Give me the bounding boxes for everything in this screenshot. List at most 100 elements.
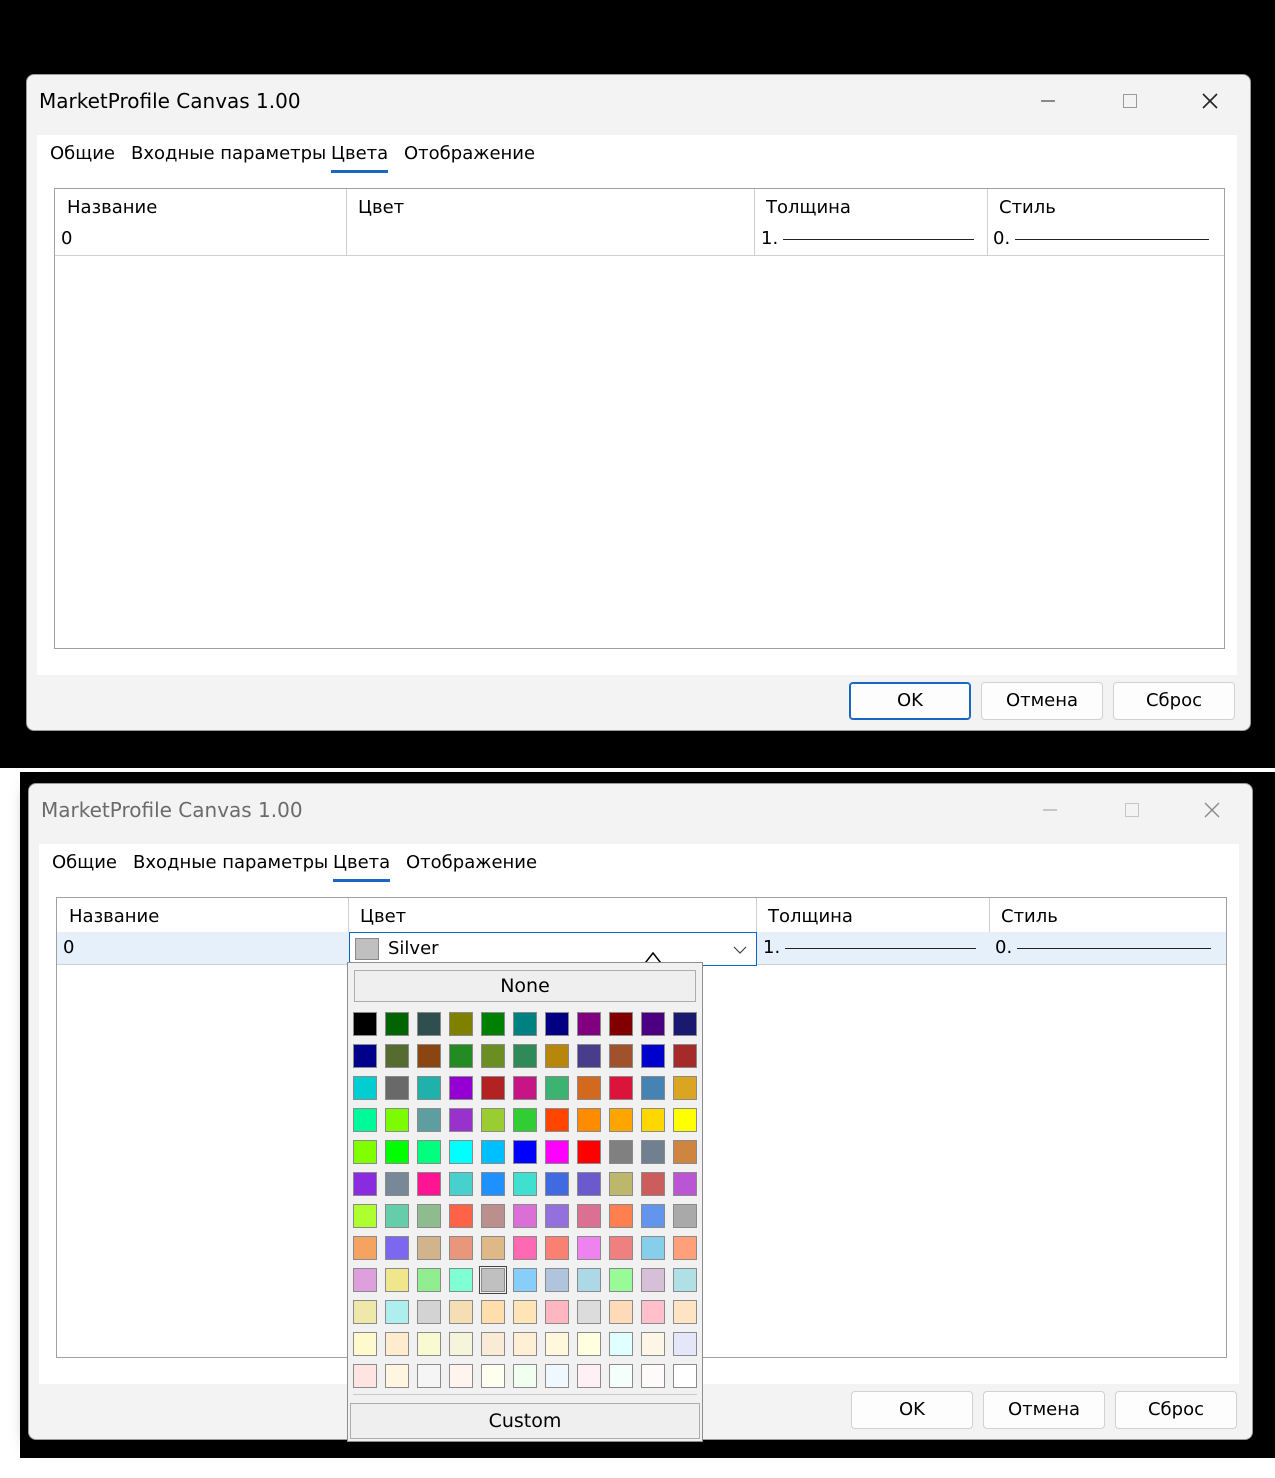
- color-swatch[interactable]: [385, 1076, 409, 1100]
- color-swatch[interactable]: [641, 1140, 665, 1164]
- color-swatch[interactable]: [673, 1044, 697, 1068]
- color-swatch[interactable]: [577, 1300, 601, 1324]
- color-swatch[interactable]: [641, 1300, 665, 1324]
- color-swatch[interactable]: [385, 1268, 409, 1292]
- color-swatch[interactable]: [481, 1364, 505, 1388]
- tab-colors[interactable]: Цвета: [333, 852, 391, 882]
- color-swatch[interactable]: [385, 1332, 409, 1356]
- color-swatch[interactable]: [673, 1172, 697, 1196]
- color-swatch[interactable]: [609, 1108, 633, 1132]
- color-swatch[interactable]: [577, 1332, 601, 1356]
- maximize-button[interactable]: [1109, 794, 1155, 826]
- color-swatch[interactable]: [673, 1268, 697, 1292]
- row-width-value[interactable]: 1.: [763, 937, 780, 958]
- color-swatch[interactable]: [481, 1140, 505, 1164]
- color-swatch[interactable]: [609, 1268, 633, 1292]
- color-swatch[interactable]: [513, 1140, 537, 1164]
- color-swatch[interactable]: [417, 1140, 441, 1164]
- tab-general[interactable]: Общие: [50, 143, 115, 170]
- color-swatch[interactable]: [417, 1332, 441, 1356]
- color-swatch[interactable]: [545, 1012, 569, 1036]
- color-swatch[interactable]: [577, 1108, 601, 1132]
- cancel-button[interactable]: Отмена: [983, 1391, 1105, 1429]
- color-swatch[interactable]: [609, 1236, 633, 1260]
- color-swatch[interactable]: [673, 1204, 697, 1228]
- color-swatch[interactable]: [385, 1140, 409, 1164]
- color-swatch[interactable]: [385, 1236, 409, 1260]
- color-swatch[interactable]: [353, 1300, 377, 1324]
- color-swatch[interactable]: [353, 1364, 377, 1388]
- ok-button[interactable]: OK: [851, 1391, 973, 1429]
- color-swatch[interactable]: [385, 1108, 409, 1132]
- color-swatch[interactable]: [417, 1268, 441, 1292]
- color-swatch[interactable]: [609, 1172, 633, 1196]
- color-swatch[interactable]: [353, 1044, 377, 1068]
- color-swatch[interactable]: [481, 1204, 505, 1228]
- color-swatch[interactable]: [353, 1140, 377, 1164]
- color-swatch[interactable]: [577, 1236, 601, 1260]
- color-swatch[interactable]: [481, 1044, 505, 1068]
- none-color-button[interactable]: None: [354, 970, 696, 1002]
- color-swatch[interactable]: [513, 1172, 537, 1196]
- color-swatch[interactable]: [673, 1108, 697, 1132]
- tab-general[interactable]: Общие: [52, 852, 117, 879]
- color-swatch[interactable]: [479, 1266, 507, 1294]
- color-swatch[interactable]: [385, 1012, 409, 1036]
- color-swatch[interactable]: [385, 1204, 409, 1228]
- row-style-value[interactable]: 0.: [995, 937, 1012, 958]
- color-swatch[interactable]: [609, 1364, 633, 1388]
- color-swatch[interactable]: [641, 1268, 665, 1292]
- color-swatch[interactable]: [641, 1108, 665, 1132]
- color-swatch[interactable]: [641, 1364, 665, 1388]
- color-swatch[interactable]: [673, 1076, 697, 1100]
- color-swatch[interactable]: [609, 1076, 633, 1100]
- maximize-button[interactable]: [1107, 85, 1153, 117]
- color-swatch[interactable]: [513, 1236, 537, 1260]
- color-swatch[interactable]: [449, 1364, 473, 1388]
- color-swatch[interactable]: [545, 1364, 569, 1388]
- color-swatch[interactable]: [545, 1204, 569, 1228]
- color-swatch[interactable]: [449, 1268, 473, 1292]
- tab-display[interactable]: Отображение: [404, 143, 535, 170]
- row-width-value[interactable]: 1.: [761, 228, 778, 249]
- color-swatch[interactable]: [449, 1300, 473, 1324]
- color-swatch[interactable]: [545, 1236, 569, 1260]
- color-swatch[interactable]: [641, 1172, 665, 1196]
- color-swatch[interactable]: [481, 1332, 505, 1356]
- color-swatch[interactable]: [449, 1140, 473, 1164]
- color-swatch[interactable]: [641, 1076, 665, 1100]
- minimize-button[interactable]: [1025, 85, 1071, 117]
- color-swatch[interactable]: [449, 1332, 473, 1356]
- color-swatch[interactable]: [577, 1268, 601, 1292]
- minimize-button[interactable]: [1027, 794, 1073, 826]
- color-swatch[interactable]: [609, 1044, 633, 1068]
- color-swatch[interactable]: [481, 1300, 505, 1324]
- close-button[interactable]: [1187, 85, 1233, 117]
- color-swatch[interactable]: [545, 1108, 569, 1132]
- color-swatch[interactable]: [577, 1140, 601, 1164]
- color-swatch[interactable]: [481, 1108, 505, 1132]
- tab-input-parameters[interactable]: Входные параметры: [133, 852, 328, 879]
- color-swatch[interactable]: [481, 1236, 505, 1260]
- reset-button[interactable]: Сброс: [1115, 1391, 1237, 1429]
- color-swatch[interactable]: [513, 1044, 537, 1068]
- color-dropdown[interactable]: Silver: [349, 932, 757, 988]
- color-swatch[interactable]: [609, 1300, 633, 1324]
- color-swatch[interactable]: [385, 1300, 409, 1324]
- color-swatch[interactable]: [449, 1172, 473, 1196]
- titlebar[interactable]: MarketProfile Canvas 1.00: [27, 75, 1250, 127]
- color-swatch[interactable]: [673, 1300, 697, 1324]
- color-swatch[interactable]: [545, 1076, 569, 1100]
- color-swatch[interactable]: [449, 1204, 473, 1228]
- color-swatch[interactable]: [353, 1108, 377, 1132]
- tab-colors[interactable]: Цвета: [331, 143, 389, 173]
- color-swatch[interactable]: [545, 1044, 569, 1068]
- color-swatch[interactable]: [577, 1076, 601, 1100]
- color-swatch[interactable]: [673, 1364, 697, 1388]
- color-swatch[interactable]: [417, 1108, 441, 1132]
- color-swatch[interactable]: [673, 1236, 697, 1260]
- color-swatch[interactable]: [545, 1268, 569, 1292]
- color-swatch[interactable]: [641, 1204, 665, 1228]
- table-row[interactable]: 0 1. 0.: [55, 223, 1224, 256]
- color-swatch[interactable]: [417, 1364, 441, 1388]
